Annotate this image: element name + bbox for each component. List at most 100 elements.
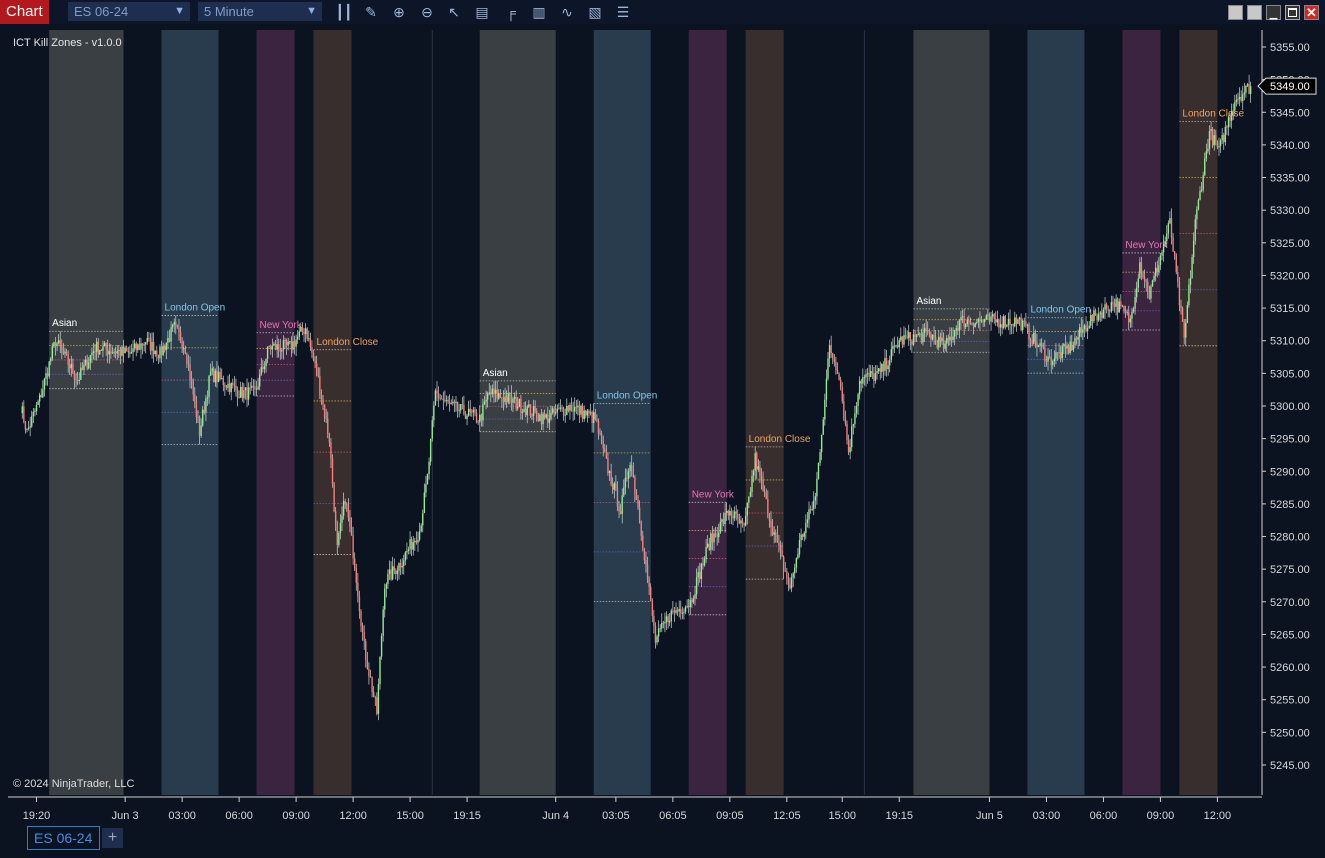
- minimize-icon[interactable]: ▁: [1266, 5, 1281, 20]
- chart-trader-icon[interactable]: ╒: [502, 3, 520, 21]
- candle: [792, 571, 794, 587]
- candle: [890, 341, 893, 363]
- candle-body: [140, 343, 142, 350]
- zoom-out-icon[interactable]: ⊖: [418, 3, 436, 21]
- candle-body: [735, 511, 737, 514]
- tile-icon[interactable]: [1228, 5, 1243, 20]
- candle-body: [285, 340, 288, 346]
- candle-body: [1132, 308, 1135, 312]
- candle: [429, 438, 432, 466]
- candle: [895, 344, 897, 348]
- candle-body: [1246, 84, 1249, 86]
- pointer-icon[interactable]: ↖: [445, 3, 463, 21]
- candle-body: [577, 405, 579, 408]
- candle-body: [360, 611, 362, 627]
- candle: [391, 556, 394, 581]
- candle-body: [632, 468, 634, 477]
- indicators-icon[interactable]: ∿: [558, 3, 576, 21]
- instrument-select[interactable]: ES 06-24 ▼: [68, 2, 190, 21]
- candle-body: [325, 417, 327, 419]
- candle-body: [567, 405, 570, 411]
- candle-body: [982, 320, 984, 323]
- candle-body: [988, 314, 991, 322]
- candle-body: [1104, 304, 1106, 310]
- candle-body: [146, 337, 149, 343]
- candle: [45, 366, 47, 386]
- candle: [577, 399, 579, 416]
- candle-body: [418, 531, 421, 540]
- candle-body: [629, 464, 631, 472]
- candle: [816, 471, 818, 505]
- candle-body: [306, 328, 308, 339]
- candle-body: [46, 373, 49, 377]
- y-tick-label: 5255.00: [1270, 695, 1310, 707]
- add-tab-button[interactable]: +: [102, 828, 123, 848]
- properties-icon[interactable]: ▧: [586, 3, 604, 21]
- candle-body: [824, 399, 826, 420]
- candle: [798, 532, 801, 558]
- candle-body: [1097, 314, 1100, 321]
- candle: [885, 349, 888, 377]
- candle-body: [80, 367, 82, 380]
- candle: [588, 409, 590, 419]
- candle-body: [798, 540, 801, 555]
- candle-body: [756, 452, 758, 470]
- candle: [1022, 318, 1024, 334]
- price-chart[interactable]: Asian London Open New York London Close Asia…: [0, 24, 1325, 824]
- tab-es-06-24[interactable]: ES 06-24: [27, 826, 100, 850]
- candle-body: [1154, 267, 1157, 276]
- candle-body: [31, 416, 33, 427]
- maximize-icon[interactable]: [1285, 5, 1300, 20]
- zoom-in-icon[interactable]: ⊕: [390, 3, 408, 21]
- candle-body: [1042, 347, 1044, 348]
- candle-body: [1175, 255, 1177, 273]
- candle-body: [1134, 297, 1136, 309]
- strategies-icon[interactable]: ▥: [530, 3, 548, 21]
- candle-body: [315, 363, 318, 376]
- candle-body: [893, 345, 896, 347]
- candle-body: [547, 414, 549, 423]
- candle-body: [244, 387, 247, 391]
- candle-body: [1009, 318, 1011, 326]
- interval-select[interactable]: 5 Minute ▼: [198, 2, 322, 21]
- candle-body: [289, 341, 291, 343]
- candle: [477, 419, 479, 425]
- candle: [1249, 81, 1252, 103]
- candle-body: [422, 512, 424, 526]
- candle-body: [1197, 200, 1200, 210]
- candle-body: [1188, 284, 1190, 306]
- candle-body: [502, 398, 505, 402]
- candle: [232, 378, 234, 389]
- candle: [668, 612, 671, 627]
- candle-body: [56, 343, 58, 347]
- tile-icon[interactable]: [1247, 5, 1262, 20]
- candle-body: [110, 351, 112, 354]
- candle-body: [1232, 110, 1234, 112]
- pencil-icon[interactable]: ✎: [362, 3, 380, 21]
- candle-body: [333, 484, 335, 512]
- candle-body: [148, 337, 150, 339]
- candle-body: [610, 470, 612, 485]
- candle-body: [509, 393, 511, 395]
- candle-body: [754, 452, 756, 471]
- candle-body: [930, 333, 932, 340]
- candle: [333, 481, 335, 513]
- candle-body: [817, 462, 820, 479]
- candle-body: [1192, 240, 1195, 258]
- candle: [236, 386, 239, 407]
- list-icon[interactable]: ☰: [614, 3, 632, 21]
- data-box-icon[interactable]: ▤: [473, 3, 491, 21]
- candle-body: [517, 406, 519, 409]
- close-icon[interactable]: ✕: [1304, 5, 1319, 20]
- candle: [433, 401, 435, 428]
- candle-body: [268, 346, 270, 348]
- candle: [407, 546, 410, 555]
- zone-label: London Close: [749, 434, 811, 445]
- candle-body: [113, 351, 115, 353]
- candle-body: [1128, 312, 1130, 323]
- candle-body: [1186, 305, 1189, 323]
- bar-style-icon[interactable]: ┃┃: [335, 3, 353, 21]
- candle: [456, 401, 459, 418]
- candle: [1181, 306, 1184, 323]
- candle: [817, 462, 820, 480]
